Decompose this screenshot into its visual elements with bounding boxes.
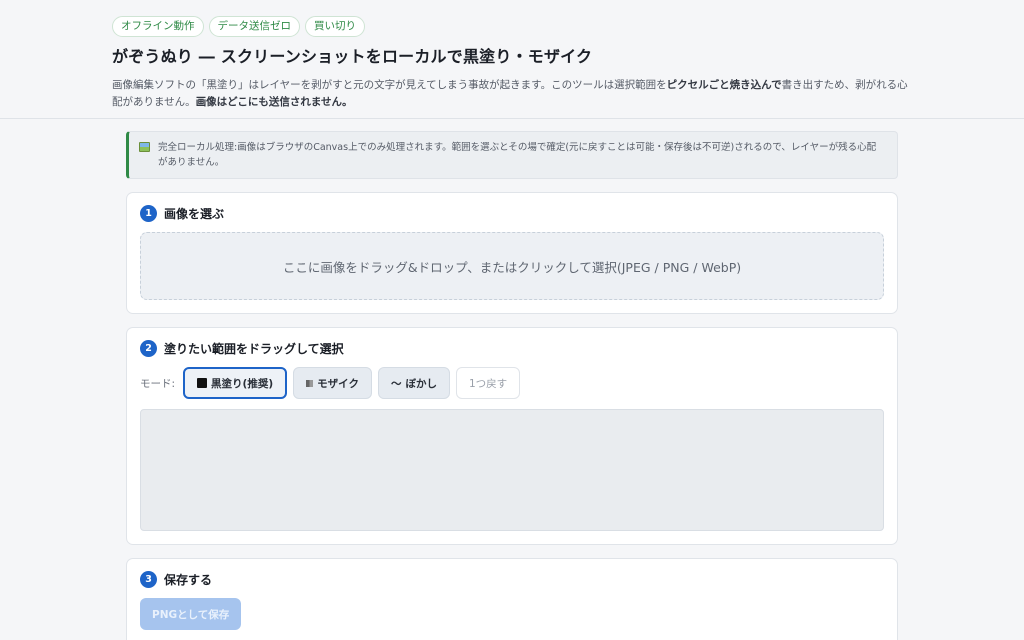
desc-text-1: 画像編集ソフトの「黒塗り」はレイヤーを剥がすと元の文字が見えてしまう事故が起きま… xyxy=(112,79,667,91)
step-1-header: 1 画像を選ぶ xyxy=(140,205,884,222)
mode-blur-button[interactable]: 〜 ぼかし xyxy=(377,367,450,399)
badge-one-time-purchase: 買い切り xyxy=(305,16,365,37)
mode-black-fill-label: 黒塗り(推奨) xyxy=(211,377,274,390)
step-2-title: 塗りたい範囲をドラッグして選択 xyxy=(164,342,344,356)
badge-no-upload: データ送信ゼロ xyxy=(208,16,300,37)
step-1-title: 画像を選ぶ xyxy=(164,207,225,221)
step-1-card: 1 画像を選ぶ ここに画像をドラッグ&ドロップ、またはクリックして選択(JPEG… xyxy=(126,192,898,314)
tilde-icon: 〜 xyxy=(390,377,402,390)
main-content: 完全ローカル処理:画像はブラウザのCanvas上でのみ処理されます。範囲を選ぶと… xyxy=(0,119,1024,640)
page-header: オフライン動作 データ送信ゼロ 買い切り がぞうぬり ― スクリーンショットをロ… xyxy=(0,0,1024,119)
step-2-header: 2 塗りたい範囲をドラッグして選択 xyxy=(140,340,884,357)
mode-mosaic-label: モザイク xyxy=(317,377,359,390)
editing-canvas[interactable] xyxy=(140,409,884,531)
notice-text: 完全ローカル処理:画像はブラウザのCanvas上でのみ処理されます。範囲を選ぶと… xyxy=(158,142,877,168)
mode-mosaic-button[interactable]: モザイク xyxy=(293,367,372,399)
save-png-button[interactable]: PNGとして保存 xyxy=(140,598,242,630)
black-square-icon xyxy=(197,378,208,388)
desc-bold-2: 画像はどこにも送信されません。 xyxy=(195,96,353,108)
badge-offline: オフライン動作 xyxy=(112,16,204,37)
mode-black-fill-button[interactable]: 黒塗り(推奨) xyxy=(183,367,288,399)
desc-bold-1: ピクセルごと焼き込んで xyxy=(666,79,782,91)
step-3-header: 3 保存する xyxy=(140,571,884,588)
dropzone-text: ここに画像をドラッグ&ドロップ、またはクリックして選択(JPEG / PNG /… xyxy=(282,259,742,275)
image-dropzone[interactable]: ここに画像をドラッグ&ドロップ、またはクリックして選択(JPEG / PNG /… xyxy=(140,232,884,300)
mosaic-icon xyxy=(306,379,314,387)
mode-blur-label: ぼかし xyxy=(405,377,437,390)
image-icon xyxy=(139,142,150,152)
page-description: 画像編集ソフトの「黒塗り」はレイヤーを剥がすと元の文字が見えてしまう事故が起きま… xyxy=(112,77,912,111)
mode-toolbar: モード: 黒塗り(推奨) モザイク 〜 ぼかし 1つ戻す xyxy=(140,367,884,399)
step-3-title: 保存する xyxy=(164,573,213,587)
step-3-number: 3 xyxy=(140,571,157,588)
mode-label: モード: xyxy=(140,377,176,390)
step-2-number: 2 xyxy=(140,340,157,357)
undo-button[interactable]: 1つ戻す xyxy=(455,367,521,399)
step-3-card: 3 保存する PNGとして保存 xyxy=(126,558,898,640)
page-title: がぞうぬり ― スクリーンショットをローカルで黒塗り・モザイク xyxy=(112,47,593,66)
badge-row: オフライン動作 データ送信ゼロ 買い切り xyxy=(112,16,912,37)
step-1-number: 1 xyxy=(140,205,157,222)
step-2-card: 2 塗りたい範囲をドラッグして選択 モード: 黒塗り(推奨) モザイク 〜 ぼか… xyxy=(126,327,898,545)
local-processing-notice: 完全ローカル処理:画像はブラウザのCanvas上でのみ処理されます。範囲を選ぶと… xyxy=(126,131,898,179)
